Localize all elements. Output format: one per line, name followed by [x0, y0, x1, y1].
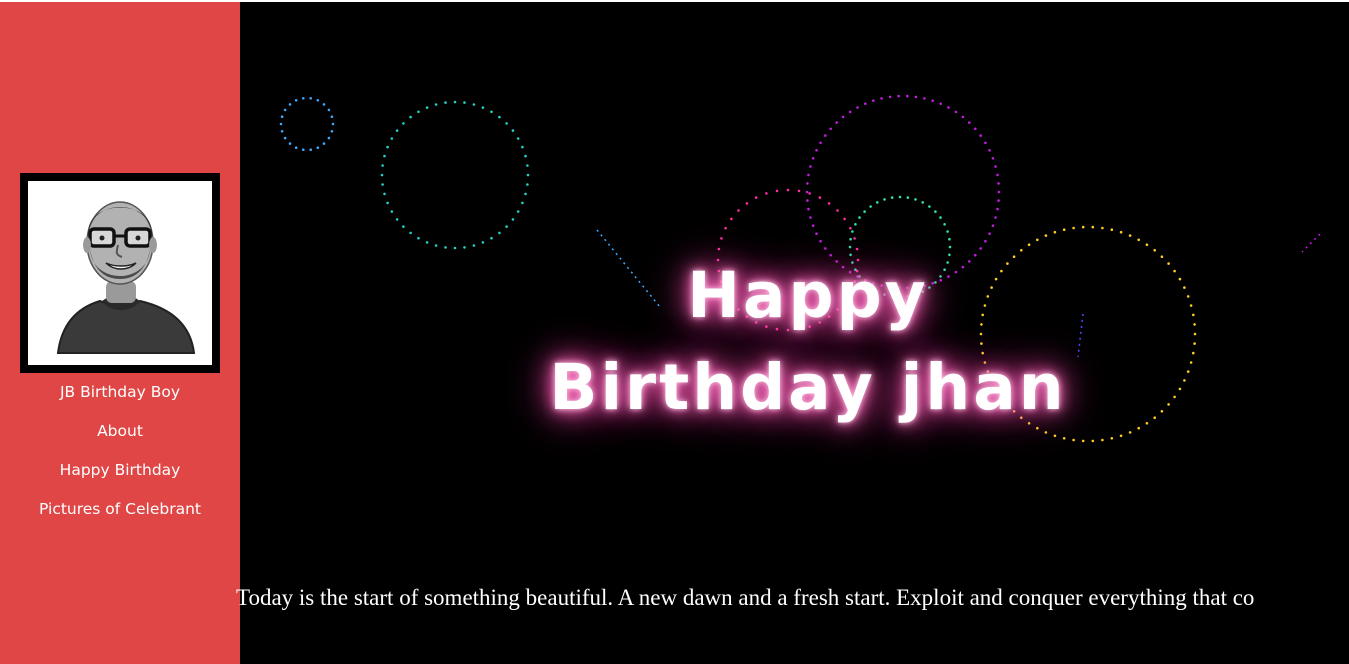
birthday-message-marquee: Today is the start of something beautifu…	[236, 585, 1255, 610]
sidebar: JB Birthday Boy About Happy Birthday Pic…	[0, 2, 240, 664]
nav-item-about[interactable]: About	[0, 418, 240, 457]
avatar-image	[28, 181, 212, 365]
hero-title: Happy Birthday jhan	[528, 250, 1088, 434]
hero-title-line2: Birthday jhan	[549, 351, 1067, 424]
hero-stage: Happy Birthday jhan	[240, 2, 1349, 664]
firework-streak	[1301, 233, 1321, 253]
person-caricature-icon	[56, 201, 196, 354]
sidebar-nav: JB Birthday Boy About Happy Birthday Pic…	[0, 379, 240, 535]
nav-item-happy-birthday[interactable]: Happy Birthday	[0, 457, 240, 496]
firework-burst-blue-small	[279, 97, 335, 151]
hero-title-line1: Happy	[687, 259, 929, 332]
nav-item-jb-birthday-boy[interactable]: JB Birthday Boy	[0, 379, 240, 418]
firework-burst-cyan	[380, 100, 530, 250]
page: JB Birthday Boy About Happy Birthday Pic…	[0, 0, 1349, 664]
avatar	[20, 173, 220, 373]
nav-item-pictures-of-celebrant[interactable]: Pictures of Celebrant	[0, 496, 240, 535]
